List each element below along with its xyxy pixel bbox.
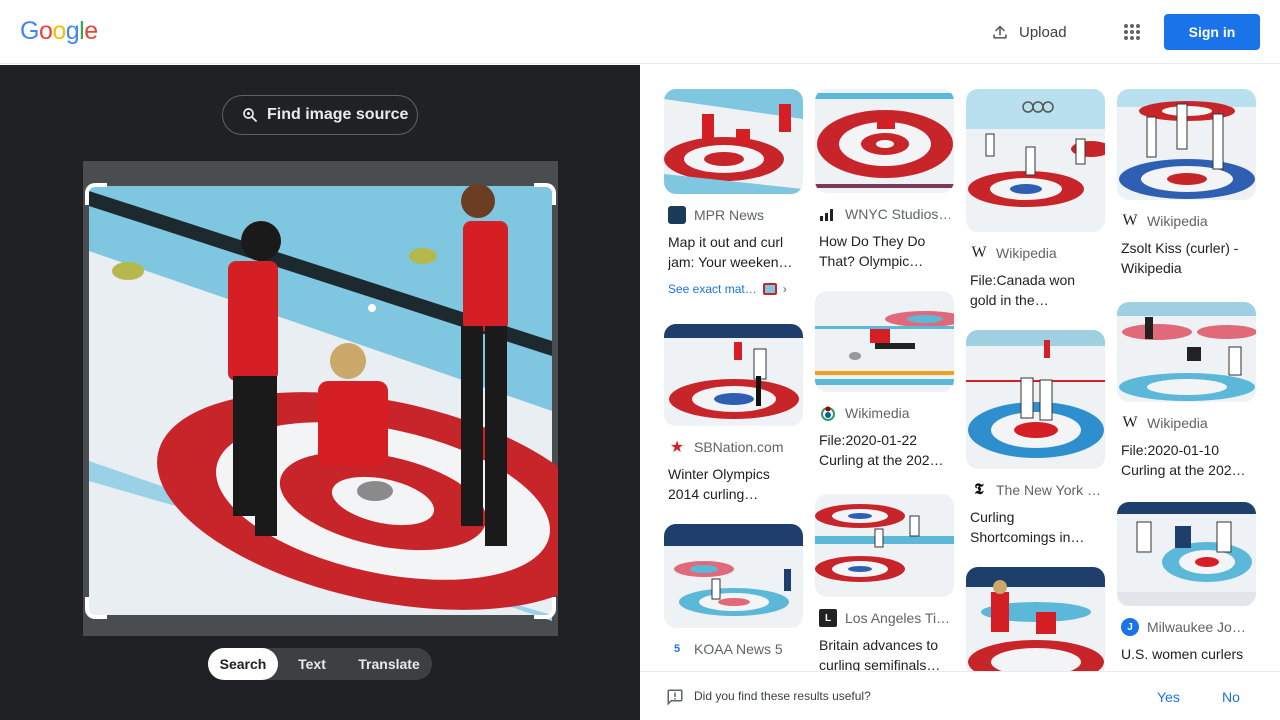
result-thumbnail <box>815 494 954 597</box>
result-thumbnail <box>1117 302 1256 402</box>
result-title[interactable]: How Do They Do That? Olympic… <box>819 231 950 271</box>
result-source: Wikimedia <box>819 404 950 422</box>
lens-mode-tabs: Search Text Translate <box>208 648 432 680</box>
result-title[interactable]: Britain advances to curling semifinals… <box>819 635 950 671</box>
mpr-news-icon <box>668 206 686 224</box>
apps-grid-icon <box>1124 24 1140 40</box>
wikipedia-w-icon: W <box>1122 212 1138 229</box>
result-card[interactable] <box>966 567 1105 671</box>
result-card[interactable]: W Wikipedia File:2020-01-10 Curling at t… <box>1117 302 1256 480</box>
feedback-yes-button[interactable]: Yes <box>1157 689 1180 705</box>
milwaukee-journal-icon: J <box>1121 618 1139 636</box>
lens-search-icon <box>243 108 257 122</box>
sign-in-button[interactable]: Sign in <box>1164 14 1260 50</box>
feedback-no-button[interactable]: No <box>1222 689 1240 705</box>
result-source: W Wikipedia <box>1122 414 1208 431</box>
result-title[interactable]: File:2020-01-10 Curling at the 202… <box>1121 440 1252 480</box>
la-times-icon: L <box>819 609 837 627</box>
wikipedia-w-icon: W <box>971 244 987 261</box>
tab-text[interactable]: Text <box>278 648 346 680</box>
result-thumbnail <box>664 324 803 426</box>
top-bar: Google Upload Sign in <box>0 0 1280 64</box>
result-title[interactable]: Zsolt Kiss (curler) - Wikipedia <box>1121 238 1252 278</box>
upload-button[interactable]: Upload <box>990 18 1067 46</box>
wikipedia-w-icon: W <box>1122 414 1138 431</box>
result-card[interactable]: Wikimedia File:2020-01-22 Curling at the… <box>815 291 954 470</box>
result-source: J Milwaukee Jo… <box>1121 618 1252 636</box>
wikimedia-icon <box>819 404 837 422</box>
koaa-icon: 5 <box>673 643 681 655</box>
result-title[interactable]: U.S. women curlers <box>1121 644 1252 671</box>
result-card[interactable]: W Wikipedia File:Canada won gold in the… <box>966 89 1105 310</box>
wnyc-bars-icon <box>819 205 837 223</box>
result-card[interactable]: W Wikipedia Zsolt Kiss (curler) - Wikipe… <box>1117 89 1256 278</box>
google-logo[interactable]: Google <box>20 17 98 46</box>
find-image-source-label: Find image source <box>267 106 409 123</box>
result-title[interactable]: Map it out and curl jam: Your weeken… <box>668 232 799 272</box>
result-source: WNYC Studios… <box>819 205 950 223</box>
result-source: 𝕿 The New York … <box>970 481 1101 499</box>
feedback-icon <box>667 689 683 706</box>
result-thumbnail <box>966 330 1105 469</box>
upload-label: Upload <box>1019 23 1067 41</box>
result-title[interactable]: Winter Olympics 2014 curling… <box>668 464 799 504</box>
result-card[interactable]: 𝕿 The New York … Curling Shortcomings in… <box>966 330 1105 547</box>
crop-corner-top-right[interactable] <box>534 183 556 205</box>
crop-corner-bottom-left[interactable] <box>85 597 107 619</box>
result-source: MPR News <box>668 206 799 224</box>
result-source: W Wikipedia <box>1122 212 1208 229</box>
query-image <box>83 161 558 636</box>
result-thumbnail <box>966 567 1105 671</box>
tab-search[interactable]: Search <box>208 648 278 680</box>
result-title[interactable]: File:Canada won gold in the… <box>970 270 1101 310</box>
nyt-icon: 𝕿 <box>974 482 984 498</box>
result-thumbnail <box>1117 502 1256 606</box>
result-source: 5 KOAA News 5 <box>668 640 799 658</box>
result-title[interactable]: Curling Shortcomings in… <box>970 507 1101 547</box>
exact-match-thumbnail-icon <box>762 283 777 295</box>
query-image-panel: Find image source Search Text Translate <box>0 65 640 720</box>
result-card[interactable]: L Los Angeles Ti… Britain advances to cu… <box>815 494 954 671</box>
feedback-bar: Did you find these results useful? Yes N… <box>640 671 1280 720</box>
result-card[interactable]: J Milwaukee Jo… U.S. women curlers <box>1117 502 1256 671</box>
feedback-question: Did you find these results useful? <box>694 689 871 703</box>
result-source: L Los Angeles Ti… <box>819 609 950 627</box>
result-title[interactable]: File:2020-01-22 Curling at the 202… <box>819 430 950 470</box>
curling-photo <box>83 161 558 636</box>
chevron-right-icon: › <box>782 282 787 296</box>
see-exact-matches-link[interactable]: See exact mat… › <box>668 280 799 298</box>
find-image-source-button[interactable]: Find image source <box>222 95 418 135</box>
result-card[interactable]: MPR News Map it out and curl jam: Your w… <box>664 89 803 298</box>
tab-translate[interactable]: Translate <box>346 648 432 680</box>
result-thumbnail <box>966 89 1105 232</box>
crop-corner-top-left[interactable] <box>85 183 107 205</box>
result-card[interactable]: ★ SBNation.com Winter Olympics 2014 curl… <box>664 324 803 504</box>
result-source: W Wikipedia <box>971 244 1057 261</box>
sbnation-star-icon: ★ <box>669 439 685 456</box>
result-thumbnail <box>815 291 954 392</box>
result-thumbnail <box>815 89 954 193</box>
visual-matches-grid: MPR News Map it out and curl jam: Your w… <box>640 65 1280 671</box>
result-card[interactable]: 5 KOAA News 5 <box>664 524 803 658</box>
apps-button[interactable] <box>1118 18 1146 46</box>
result-source: ★ SBNation.com <box>669 439 784 456</box>
result-thumbnail <box>664 524 803 628</box>
result-card[interactable]: WNYC Studios… How Do They Do That? Olymp… <box>815 89 954 271</box>
crop-corner-bottom-right[interactable] <box>534 597 556 619</box>
result-thumbnail <box>1117 89 1256 200</box>
upload-icon <box>993 25 1007 39</box>
result-thumbnail <box>664 89 803 194</box>
